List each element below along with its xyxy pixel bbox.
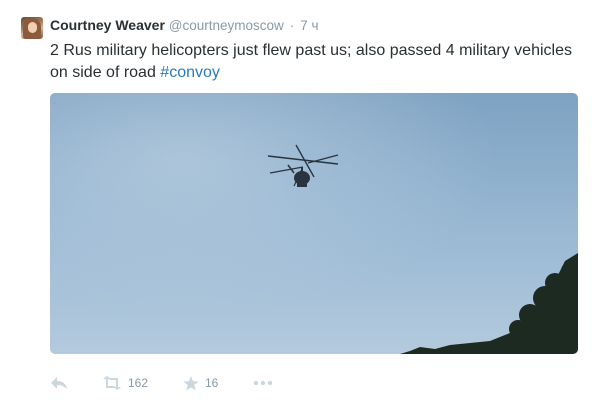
favorite-count: 16	[205, 376, 219, 390]
retweet-count: 162	[128, 376, 149, 390]
tweet-photo[interactable]	[50, 93, 578, 354]
avatar[interactable]	[21, 17, 43, 39]
tweet-text-body: 2 Rus military helicopters just flew pas…	[50, 42, 572, 81]
tweet-text: 2 Rus military helicopters just flew pas…	[50, 40, 580, 84]
avatar-face	[28, 22, 37, 33]
retweet-button[interactable]: 162	[102, 372, 148, 394]
photo-scene	[50, 93, 578, 354]
sky-haze	[50, 93, 578, 354]
tweet-timestamp[interactable]: 7 ч	[300, 18, 318, 33]
tweet[interactable]: Courtney Weaver @courtneymoscow · 7 ч 2 …	[0, 0, 597, 409]
reply-icon	[51, 377, 67, 389]
header-separator: ·	[289, 17, 295, 33]
author-handle[interactable]: @courtneymoscow	[169, 18, 284, 33]
hashtag-link[interactable]: #convoy	[160, 64, 220, 81]
more-button[interactable]	[253, 372, 273, 394]
retweet-icon	[103, 376, 121, 390]
tweet-header: Courtney Weaver @courtneymoscow · 7 ч	[50, 16, 319, 35]
favorite-button[interactable]: 16	[183, 372, 218, 394]
star-icon	[183, 375, 199, 391]
more-dots-icon	[253, 380, 273, 386]
reply-button[interactable]	[50, 372, 68, 394]
author-name[interactable]: Courtney Weaver	[50, 17, 165, 33]
